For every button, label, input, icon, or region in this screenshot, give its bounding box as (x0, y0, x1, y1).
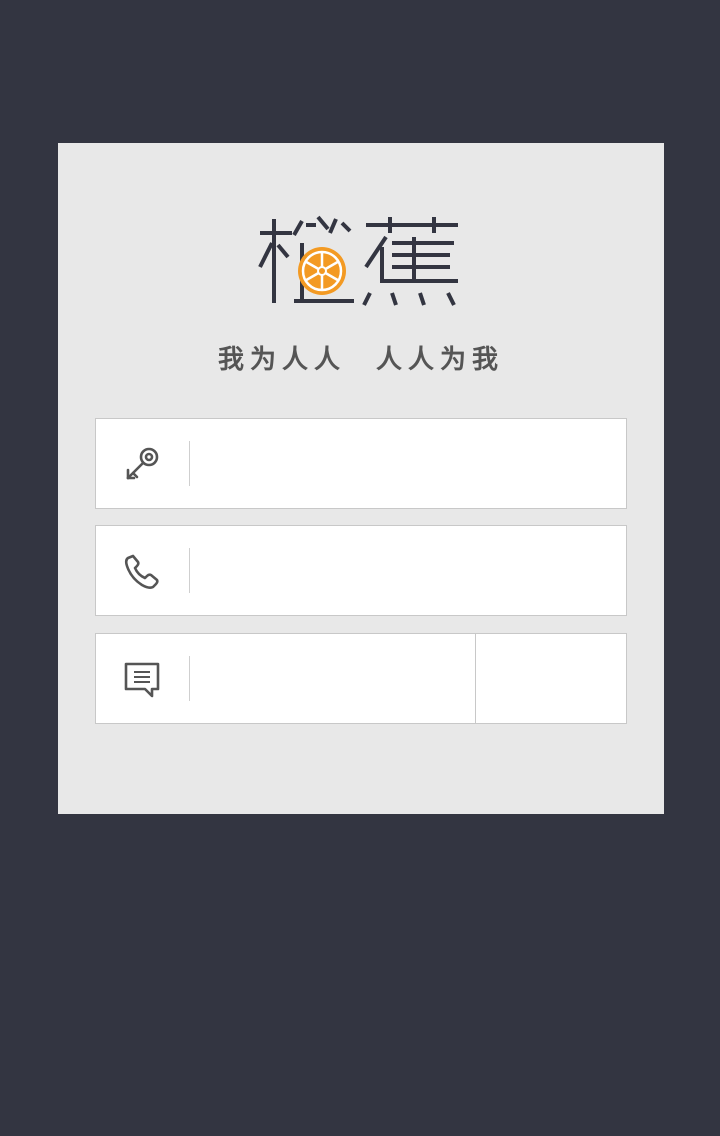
code-field[interactable] (95, 633, 476, 724)
message-icon (124, 662, 160, 698)
phone-input[interactable] (202, 536, 616, 608)
field-divider (189, 656, 190, 701)
key-field[interactable] (95, 418, 627, 509)
key-icon (126, 447, 159, 480)
brand-slogan: 我为人人 人人为我 (217, 345, 505, 375)
phone-field[interactable] (95, 525, 627, 616)
field-divider (189, 441, 190, 486)
get-code-button[interactable] (475, 633, 627, 724)
brand-logo: 橙蕉 (258, 215, 458, 306)
key-input[interactable] (202, 429, 616, 501)
login-card: 橙蕉 (58, 143, 664, 814)
phone-icon (124, 554, 159, 589)
field-divider (189, 548, 190, 593)
code-input[interactable] (202, 644, 466, 716)
